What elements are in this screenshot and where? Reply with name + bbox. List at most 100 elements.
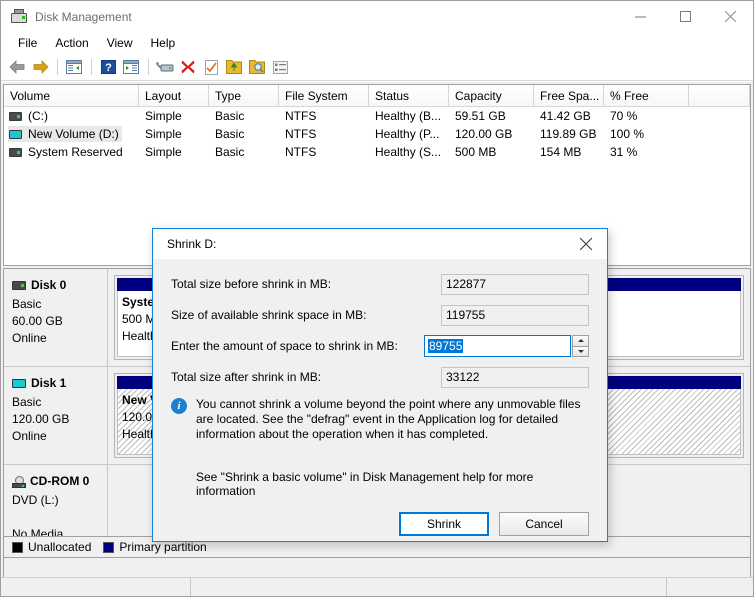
shrink-amount-stepper[interactable]: 89755 bbox=[424, 335, 589, 357]
properties-icon[interactable] bbox=[200, 56, 222, 78]
content-area: Volume Layout Type File System Status Ca… bbox=[1, 81, 753, 577]
cell-capacity: 500 MB bbox=[449, 143, 534, 161]
disk-type: DVD (L:) bbox=[12, 492, 107, 509]
stepper-down-icon[interactable] bbox=[572, 346, 589, 358]
disk-icon bbox=[12, 281, 26, 290]
cell-layout: Simple bbox=[139, 125, 209, 143]
shrink-dialog: Shrink D: Total size before shrink in MB… bbox=[152, 228, 608, 542]
dialog-title-bar: Shrink D: bbox=[153, 229, 607, 259]
cell-file-system: NTFS bbox=[279, 143, 369, 161]
cell-volume[interactable]: (C:) bbox=[4, 107, 139, 125]
cd-rom-icon bbox=[12, 476, 27, 488]
cell-file-system: NTFS bbox=[279, 125, 369, 143]
field-label: Total size before shrink in MB: bbox=[171, 277, 441, 291]
disk-size: 60.00 GB bbox=[12, 313, 107, 330]
export-list-icon[interactable] bbox=[223, 56, 245, 78]
separator-1 bbox=[57, 59, 58, 75]
toolbar: ? bbox=[1, 54, 753, 81]
minimize-icon[interactable] bbox=[618, 1, 663, 32]
disk-info-1[interactable]: Disk 1 Basic 120.00 GB Online bbox=[4, 367, 108, 464]
cell-capacity: 59.51 GB bbox=[449, 107, 534, 125]
stepper-up-icon[interactable] bbox=[572, 335, 589, 346]
shrink-amount-input[interactable]: 89755 bbox=[424, 335, 571, 357]
forward-icon[interactable] bbox=[29, 56, 51, 78]
cell-type: Basic bbox=[209, 125, 279, 143]
column-header-status[interactable]: Status bbox=[369, 85, 449, 106]
help-icon[interactable]: ? bbox=[97, 56, 119, 78]
column-header-layout[interactable]: Layout bbox=[139, 85, 209, 106]
close-icon[interactable] bbox=[708, 1, 753, 32]
info-icon: i bbox=[171, 398, 187, 414]
disk-icon bbox=[12, 379, 26, 388]
menu-file[interactable]: File bbox=[9, 33, 46, 53]
delete-icon[interactable] bbox=[177, 56, 199, 78]
column-header-type[interactable]: Type bbox=[209, 85, 279, 106]
legend-swatch-unallocated bbox=[12, 542, 23, 553]
show-action-pane-icon[interactable] bbox=[120, 56, 142, 78]
cell-type: Basic bbox=[209, 107, 279, 125]
title-bar: Disk Management bbox=[1, 1, 753, 32]
disk-name: CD-ROM 0 bbox=[30, 473, 89, 490]
cell-percent-free: 31 % bbox=[604, 143, 689, 161]
field-total-size-before-shrink: Total size before shrink in MB: 122877 bbox=[171, 273, 589, 295]
volume-name: (C:) bbox=[28, 109, 48, 123]
rescan-disks-icon[interactable] bbox=[154, 56, 176, 78]
field-amount-to-shrink: Enter the amount of space to shrink in M… bbox=[171, 335, 589, 357]
search-folder-icon[interactable] bbox=[246, 56, 268, 78]
table-row[interactable]: New Volume (D:) Simple Basic NTFS Health… bbox=[4, 125, 750, 143]
disk-info-0[interactable]: Disk 0 Basic 60.00 GB Online bbox=[4, 269, 108, 366]
disk-state: Online bbox=[12, 330, 107, 347]
cell-percent-free: 100 % bbox=[604, 125, 689, 143]
shrink-button[interactable]: Shrink bbox=[399, 512, 489, 536]
volume-icon bbox=[9, 112, 22, 121]
cell-volume[interactable]: New Volume (D:) bbox=[4, 125, 139, 143]
status-cell-1 bbox=[1, 578, 191, 596]
disk-type: Basic bbox=[12, 394, 107, 411]
cell-volume[interactable]: System Reserved bbox=[4, 143, 139, 161]
column-header-volume[interactable]: Volume bbox=[4, 85, 139, 106]
field-label: Size of available shrink space in MB: bbox=[171, 308, 441, 322]
cell-status: Healthy (P... bbox=[369, 125, 449, 143]
back-icon[interactable] bbox=[6, 56, 28, 78]
shrink-amount-value: 89755 bbox=[428, 339, 463, 353]
field-label: Enter the amount of space to shrink in M… bbox=[171, 339, 424, 353]
menu-view[interactable]: View bbox=[98, 33, 142, 53]
field-available-shrink-space: Size of available shrink space in MB: 11… bbox=[171, 304, 589, 326]
legend-item-unallocated: Unallocated bbox=[12, 540, 91, 554]
window-controls bbox=[618, 1, 753, 32]
dialog-title: Shrink D: bbox=[167, 237, 216, 251]
dialog-buttons: Shrink Cancel bbox=[153, 498, 607, 550]
status-bar bbox=[1, 577, 753, 596]
cancel-button[interactable]: Cancel bbox=[499, 512, 589, 536]
separator-3 bbox=[148, 59, 149, 75]
status-cell-3 bbox=[667, 578, 753, 596]
volume-name: System Reserved bbox=[28, 145, 123, 159]
field-label: Total size after shrink in MB: bbox=[171, 370, 441, 384]
cell-type: Basic bbox=[209, 143, 279, 161]
info-note: i You cannot shrink a volume beyond the … bbox=[171, 397, 589, 442]
cell-layout: Simple bbox=[139, 143, 209, 161]
cell-status: Healthy (S... bbox=[369, 143, 449, 161]
maximize-icon[interactable] bbox=[663, 1, 708, 32]
column-header-free-space[interactable]: Free Spa... bbox=[534, 85, 604, 106]
menu-help[interactable]: Help bbox=[142, 33, 185, 53]
help-line: See "Shrink a basic volume" in Disk Mana… bbox=[196, 470, 589, 498]
table-row[interactable]: (C:) Simple Basic NTFS Healthy (B... 59.… bbox=[4, 107, 750, 125]
table-row[interactable]: System Reserved Simple Basic NTFS Health… bbox=[4, 143, 750, 161]
cell-free-space: 154 MB bbox=[534, 143, 604, 161]
info-note-text: You cannot shrink a volume beyond the po… bbox=[196, 397, 589, 442]
column-header-capacity[interactable]: Capacity bbox=[449, 85, 534, 106]
cell-status: Healthy (B... bbox=[369, 107, 449, 125]
window-title: Disk Management bbox=[35, 10, 132, 24]
show-hide-console-tree-icon[interactable] bbox=[63, 56, 85, 78]
legend-swatch-primary bbox=[103, 542, 114, 553]
column-header-percent-free[interactable]: % Free bbox=[604, 85, 689, 106]
disk-state: Online bbox=[12, 428, 107, 445]
menu-action[interactable]: Action bbox=[46, 33, 97, 53]
cell-layout: Simple bbox=[139, 107, 209, 125]
column-header-file-system[interactable]: File System bbox=[279, 85, 369, 106]
close-icon[interactable] bbox=[565, 229, 607, 259]
list-view-icon[interactable] bbox=[269, 56, 291, 78]
disk-name: Disk 1 bbox=[31, 375, 66, 392]
disk-name: Disk 0 bbox=[31, 277, 66, 294]
